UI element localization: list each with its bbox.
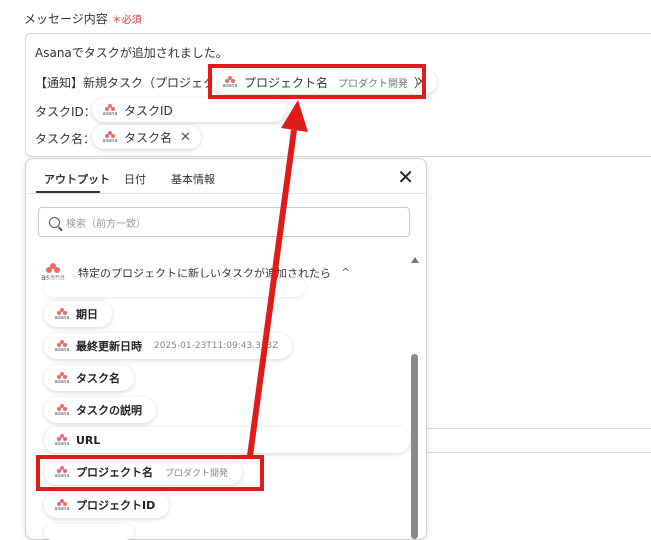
arrow-head <box>281 100 308 132</box>
arrow-shaft <box>247 129 297 457</box>
list-item-partial <box>44 524 134 540</box>
red-arrow <box>247 100 308 457</box>
